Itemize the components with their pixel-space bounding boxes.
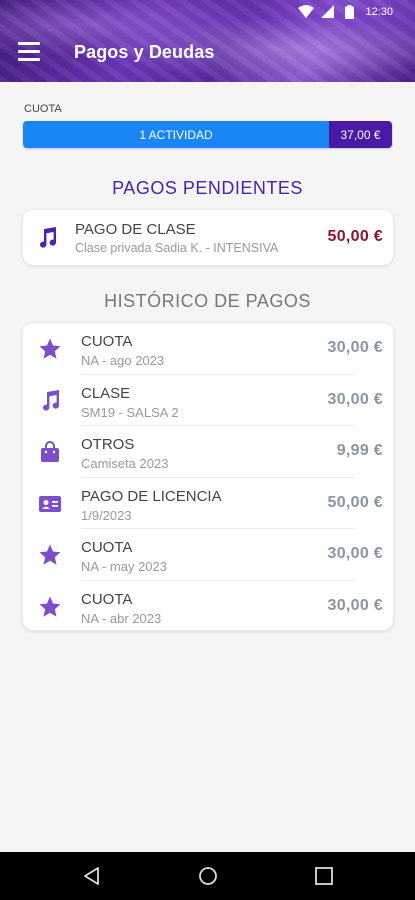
pending-payment-item[interactable]: PAGO DE CLASE Clase privada Sadia K. - I… xyxy=(23,210,393,265)
shopping-bag-icon xyxy=(38,440,62,464)
id-card-icon xyxy=(38,492,62,516)
history-item-amount: 30,00 € xyxy=(327,339,383,356)
music-note-icon xyxy=(38,389,62,413)
history-item-subtitle: NA - ago 2023 xyxy=(81,353,165,368)
history-item-amount: 30,00 € xyxy=(327,596,383,614)
wifi-icon xyxy=(298,5,314,22)
status-time: 12:30 xyxy=(365,6,393,18)
history-item-title: CLASE xyxy=(81,384,131,402)
history-card: CUOTA NA - ago 2023 30,00 € CLASE SM19 -… xyxy=(23,323,393,630)
pending-card: PAGO DE CLASE Clase privada Sadia K. - I… xyxy=(23,210,393,265)
cuota-amount: 37,00 € xyxy=(329,121,392,148)
page-title: Pagos y Deudas xyxy=(74,42,215,62)
cuota-label: CUOTA xyxy=(24,103,62,115)
star-icon xyxy=(38,337,62,361)
pending-item-title: PAGO DE CLASE xyxy=(75,221,196,238)
history-item-amount: 30,00 € xyxy=(327,390,383,408)
history-item-title: CUOTA xyxy=(81,333,133,350)
history-section-title: HISTÓRICO DE PAGOS xyxy=(104,291,311,311)
hamburger-icon xyxy=(18,42,40,45)
pending-item-amount: 50,00 € xyxy=(327,228,383,245)
pending-section-title: PAGOS PENDIENTES xyxy=(112,178,303,198)
back-icon[interactable] xyxy=(80,864,104,888)
menu-button[interactable] xyxy=(18,42,40,62)
history-item-subtitle: NA - abr 2023 xyxy=(81,610,162,626)
signal-icon xyxy=(321,5,335,22)
system-nav-bar xyxy=(0,852,415,900)
star-icon xyxy=(38,595,62,619)
music-note-icon xyxy=(35,226,59,250)
history-item-amount: 30,00 € xyxy=(327,545,383,562)
history-item-amount: 50,00 € xyxy=(327,493,383,511)
status-bar: 12:30 xyxy=(0,0,415,24)
history-item[interactable]: PAGO DE LICENCIA 1/9/2023 50,00 € xyxy=(23,478,393,529)
history-item-title: CUOTA xyxy=(81,539,133,556)
history-item-subtitle: SM19 - SALSA 2 xyxy=(81,404,179,420)
history-item-subtitle: 1/9/2023 xyxy=(81,507,132,523)
home-icon[interactable] xyxy=(196,864,220,888)
history-item-subtitle: NA - may 2023 xyxy=(81,559,167,574)
history-item[interactable]: CUOTA NA - may 2023 30,00 € xyxy=(23,529,393,581)
history-item-title: OTROS xyxy=(81,436,135,453)
history-item-title: PAGO DE LICENCIA xyxy=(81,487,222,505)
recents-icon[interactable] xyxy=(312,864,336,888)
history-item[interactable]: CUOTA NA - ago 2023 30,00 € xyxy=(23,323,393,375)
history-item-subtitle: Camiseta 2023 xyxy=(81,456,169,471)
history-item[interactable]: CLASE SM19 - SALSA 2 30,00 € xyxy=(23,375,393,426)
history-item[interactable]: OTROS Camiseta 2023 9,99 € xyxy=(23,426,393,478)
cuota-bar[interactable]: 1 ACTIVIDAD 37,00 € xyxy=(23,121,392,148)
pending-item-subtitle: Clase privada Sadia K. - INTENSIVA xyxy=(75,241,279,255)
history-item-title: CUOTA xyxy=(81,590,133,608)
cuota-activity: 1 ACTIVIDAD xyxy=(23,121,329,148)
history-item-amount: 9,99 € xyxy=(336,442,383,459)
battery-icon xyxy=(345,5,354,22)
star-icon xyxy=(38,543,62,567)
history-item[interactable]: CUOTA NA - abr 2023 30,00 € xyxy=(23,581,393,633)
